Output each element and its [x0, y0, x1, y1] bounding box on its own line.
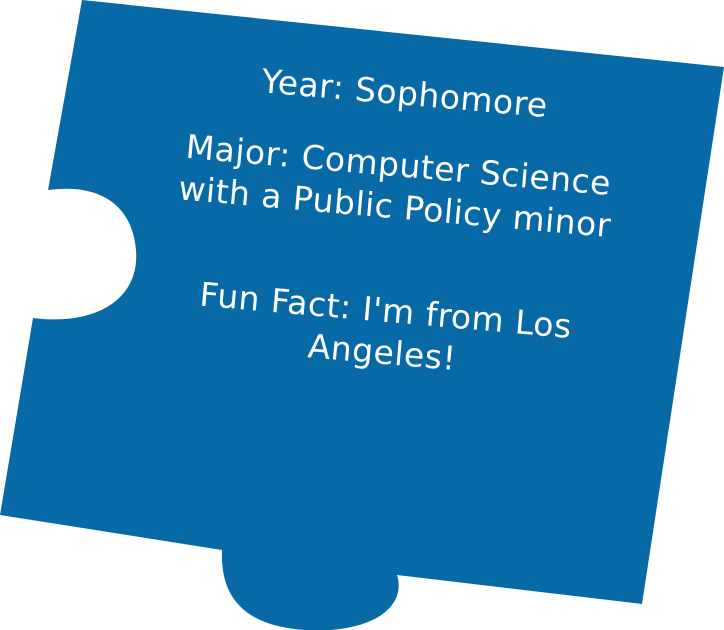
- bio-text: Year: Sophomore Major: Computer Science …: [141, 52, 645, 395]
- puzzle-card: Year: Sophomore Major: Computer Science …: [0, 0, 724, 630]
